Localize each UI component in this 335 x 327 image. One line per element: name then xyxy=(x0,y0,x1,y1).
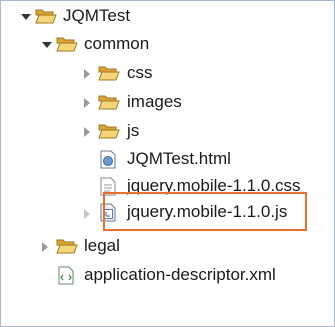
tree-item-label: JQMTest.html xyxy=(127,149,231,168)
selection-highlight-box xyxy=(103,192,307,231)
tree-item-jqmtest-html[interactable]: JQMTest.html xyxy=(1,146,334,173)
collapse-arrow-icon[interactable] xyxy=(42,242,48,252)
collapse-arrow-icon[interactable] xyxy=(84,127,90,137)
tree-item-jqmtest[interactable]: JQMTest xyxy=(1,3,334,30)
tree-item-label: JQMTest xyxy=(63,6,131,25)
tree-item-label: application-descriptor.xml xyxy=(84,265,276,284)
collapse-arrow-icon[interactable] xyxy=(84,69,90,79)
collapse-arrow-icon[interactable] xyxy=(84,209,90,219)
tree-item-label: css xyxy=(127,63,153,82)
open-folder-icon xyxy=(98,66,120,81)
tree-item-label: legal xyxy=(84,236,120,255)
tree-item-legal[interactable]: legal xyxy=(1,233,334,260)
open-folder-icon xyxy=(98,124,120,139)
tree-item-css[interactable]: css xyxy=(1,60,334,87)
open-folder-icon xyxy=(56,37,78,52)
tree-item-js[interactable]: js xyxy=(1,118,334,145)
project-explorer-tree: JQMTest common css images js JQMTest.htm… xyxy=(0,0,335,327)
html-file-icon xyxy=(100,150,116,169)
open-folder-icon xyxy=(98,95,120,110)
tree-item-common[interactable]: common xyxy=(1,31,334,58)
tree-item-label: common xyxy=(84,34,150,53)
tree-item-application-descriptor[interactable]: application-descriptor.xml xyxy=(1,262,334,289)
tree-item-label: images xyxy=(127,92,182,111)
expand-arrow-icon[interactable] xyxy=(42,42,52,48)
tree-item-label: js xyxy=(127,121,140,140)
tree-item-images[interactable]: images xyxy=(1,89,334,116)
xml-file-icon xyxy=(58,266,74,285)
expand-arrow-icon[interactable] xyxy=(21,14,31,20)
open-folder-icon xyxy=(56,239,78,254)
open-folder-icon xyxy=(35,9,57,24)
collapse-arrow-icon[interactable] xyxy=(84,98,90,108)
